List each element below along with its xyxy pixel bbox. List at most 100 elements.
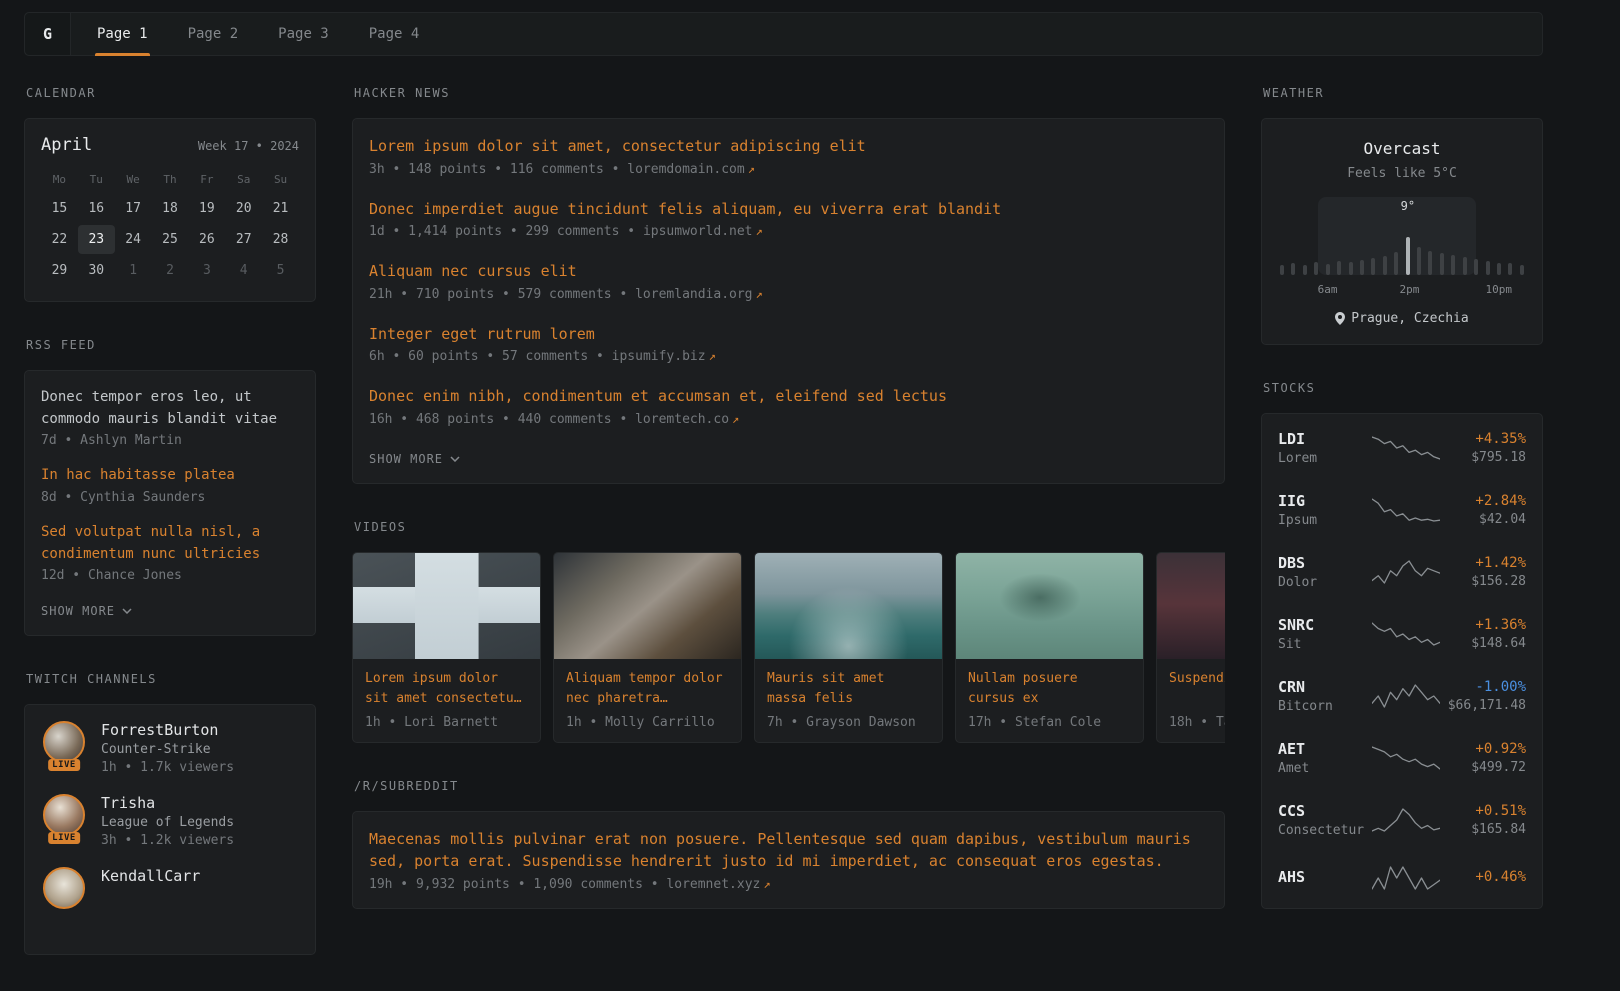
- twitch-channel[interactable]: LIVE ForrestBurton Counter-Strike 1h • 1…: [41, 721, 299, 775]
- twitch-card: LIVE ForrestBurton Counter-Strike 1h • 1…: [24, 704, 316, 955]
- twitch-channel[interactable]: LIVE Trisha League of Legends 3h • 1.2k …: [41, 794, 299, 848]
- videos-row[interactable]: Lorem ipsum dolor sit amet consectetu… 1…: [352, 552, 1225, 743]
- calendar-dow: Th: [152, 165, 189, 192]
- calendar-dow: Mo: [41, 165, 78, 192]
- calendar-day: 19: [188, 194, 225, 223]
- channel-avatar: [43, 721, 85, 763]
- stock-row[interactable]: DBS Dolor +1.42% $156.28: [1278, 554, 1526, 590]
- hn-show-more-button[interactable]: SHOW MORE: [369, 452, 460, 466]
- stock-row[interactable]: IIG Ipsum +2.84% $42.04: [1278, 492, 1526, 528]
- rss-item[interactable]: In hac habitasse platea 8d • Cynthia Sau…: [41, 465, 299, 505]
- right-column: WEATHER Overcast Feels like 5°C 9° 6am 2…: [1261, 86, 1543, 945]
- middle-column: HACKER NEWS Lorem ipsum dolor sit amet, …: [352, 86, 1225, 945]
- hn-item-domain[interactable]: ipsumworld.net: [643, 224, 753, 239]
- rss-show-more-button[interactable]: SHOW MORE: [41, 604, 132, 618]
- videos-widget-title: VIDEOS: [354, 520, 1225, 534]
- stock-symbol: SNRC: [1278, 616, 1372, 634]
- stock-change: +1.36%: [1440, 617, 1526, 633]
- hn-item-title[interactable]: Lorem ipsum dolor sit amet, consectetur …: [369, 135, 1208, 158]
- video-card[interactable]: Aliquam tempor dolor nec pharetra… 1h • …: [553, 552, 742, 743]
- calendar-card: April Week 17 • 2024 Mo Tu We Th Fr Sa S…: [24, 118, 316, 302]
- hn-item-title[interactable]: Donec enim nibh, condimentum et accumsan…: [369, 385, 1208, 408]
- hn-item-title[interactable]: Aliquam nec cursus elit: [369, 260, 1208, 283]
- tab-page-4[interactable]: Page 4: [349, 13, 440, 55]
- stock-change: +0.51%: [1440, 803, 1526, 819]
- calendar-dow: Sa: [225, 165, 262, 192]
- calendar-day: 22: [41, 225, 78, 254]
- channel-meta: 1h • 1.7k viewers: [101, 760, 234, 775]
- stock-row[interactable]: AHS +0.46%: [1278, 864, 1526, 892]
- peak-temp-label: 9°: [1401, 199, 1415, 213]
- calendar-day: 2: [152, 256, 189, 285]
- video-meta: 18h • Tara: [1169, 715, 1225, 730]
- calendar-widget: CALENDAR April Week 17 • 2024 Mo Tu We T…: [24, 86, 316, 302]
- calendar-day: 18: [152, 194, 189, 223]
- hn-item-domain[interactable]: loremtech.co: [635, 412, 729, 427]
- calendar-day: 28: [262, 225, 299, 254]
- stock-symbol: IIG: [1278, 492, 1372, 510]
- stock-price: $148.64: [1440, 636, 1526, 651]
- stock-sparkline: [1372, 744, 1440, 772]
- video-card[interactable]: Lorem ipsum dolor sit amet consectetu… 1…: [352, 552, 541, 743]
- external-link-icon: ↗: [748, 162, 755, 176]
- stock-price: $42.04: [1440, 512, 1526, 527]
- twitch-widget: TWITCH CHANNELS LIVE ForrestBurton Count…: [24, 672, 316, 955]
- hn-item-title[interactable]: Integer eget rutrum lorem: [369, 323, 1208, 346]
- reddit-post-title[interactable]: Maecenas mollis pulvinar erat non posuer…: [369, 828, 1208, 873]
- twitch-channel[interactable]: KendallCarr: [41, 867, 299, 919]
- stock-change: +4.35%: [1440, 431, 1526, 447]
- hn-item-meta: 16h • 468 points • 440 comments •: [369, 412, 627, 427]
- stock-sparkline: [1372, 620, 1440, 648]
- video-card[interactable]: Suspendisse diam 18h • Tara: [1156, 552, 1225, 743]
- stock-symbol: LDI: [1278, 430, 1372, 448]
- stock-price: $165.84: [1440, 822, 1526, 837]
- external-link-icon: ↗: [756, 224, 763, 238]
- stock-change: +1.42%: [1440, 555, 1526, 571]
- calendar-day: 1: [115, 256, 152, 285]
- weather-time-axis: 6am 2pm 10pm: [1278, 281, 1526, 299]
- rss-item[interactable]: Sed volutpat nulla nisl, a condimentum n…: [41, 522, 299, 583]
- channel-avatar: [43, 794, 85, 836]
- app-logo[interactable]: G: [25, 13, 71, 55]
- video-meta: 7h • Grayson Dawson: [767, 715, 930, 730]
- hn-item: Donec enim nibh, condimentum et accumsan…: [369, 385, 1208, 427]
- rss-item-meta: 12d • Chance Jones: [41, 568, 299, 583]
- stock-row[interactable]: LDI Lorem +4.35% $795.18: [1278, 430, 1526, 466]
- hn-item-domain[interactable]: loremdomain.com: [627, 162, 744, 177]
- rss-item-title[interactable]: Donec tempor eros leo, ut commodo mauris…: [41, 387, 299, 430]
- hn-item-domain[interactable]: ipsumify.biz: [612, 349, 706, 364]
- calendar-dow: Tu: [78, 165, 115, 192]
- rss-item[interactable]: Donec tempor eros leo, ut commodo mauris…: [41, 387, 299, 448]
- weather-condition: Overcast: [1278, 139, 1526, 158]
- rss-item-title[interactable]: In hac habitasse platea: [41, 465, 299, 487]
- rss-item-title[interactable]: Sed volutpat nulla nisl, a condimentum n…: [41, 522, 299, 565]
- stock-row[interactable]: AET Amet +0.92% $499.72: [1278, 740, 1526, 776]
- stock-row[interactable]: CRN Bitcorn -1.00% $66,171.48: [1278, 678, 1526, 714]
- tab-page-1[interactable]: Page 1: [77, 13, 168, 55]
- hn-item-title[interactable]: Donec imperdiet augue tincidunt felis al…: [369, 198, 1208, 221]
- hacker-news-card: Lorem ipsum dolor sit amet, consectetur …: [352, 118, 1225, 484]
- hn-item-meta: 6h • 60 points • 57 comments •: [369, 349, 604, 364]
- calendar-day: 21: [262, 194, 299, 223]
- video-card[interactable]: Nullam posuere cursus ex 17h • Stefan Co…: [955, 552, 1144, 743]
- stock-row[interactable]: CCS Consectetur +0.51% $165.84: [1278, 802, 1526, 838]
- video-card[interactable]: Mauris sit amet massa felis 7h • Grayson…: [754, 552, 943, 743]
- tab-page-2[interactable]: Page 2: [168, 13, 259, 55]
- calendar-day: 5: [262, 256, 299, 285]
- video-thumbnail: [554, 553, 741, 659]
- weather-card: Overcast Feels like 5°C 9° 6am 2pm 10pm …: [1261, 118, 1543, 345]
- channel-game: League of Legends: [101, 815, 234, 830]
- video-meta: 1h • Molly Carrillo: [566, 715, 729, 730]
- external-link-icon: ↗: [732, 412, 739, 426]
- reddit-post-domain[interactable]: loremnet.xyz: [666, 877, 760, 892]
- weather-widget-title: WEATHER: [1263, 86, 1543, 100]
- hn-item-domain[interactable]: loremlandia.org: [635, 287, 752, 302]
- stock-row[interactable]: SNRC Sit +1.36% $148.64: [1278, 616, 1526, 652]
- tab-page-3[interactable]: Page 3: [258, 13, 349, 55]
- hn-item-meta: 3h • 148 points • 116 comments •: [369, 162, 619, 177]
- calendar-day: 17: [115, 194, 152, 223]
- video-thumbnail: [353, 553, 540, 659]
- stock-name: Lorem: [1278, 451, 1372, 466]
- channel-name: Trisha: [101, 794, 234, 812]
- calendar-day: 30: [78, 256, 115, 285]
